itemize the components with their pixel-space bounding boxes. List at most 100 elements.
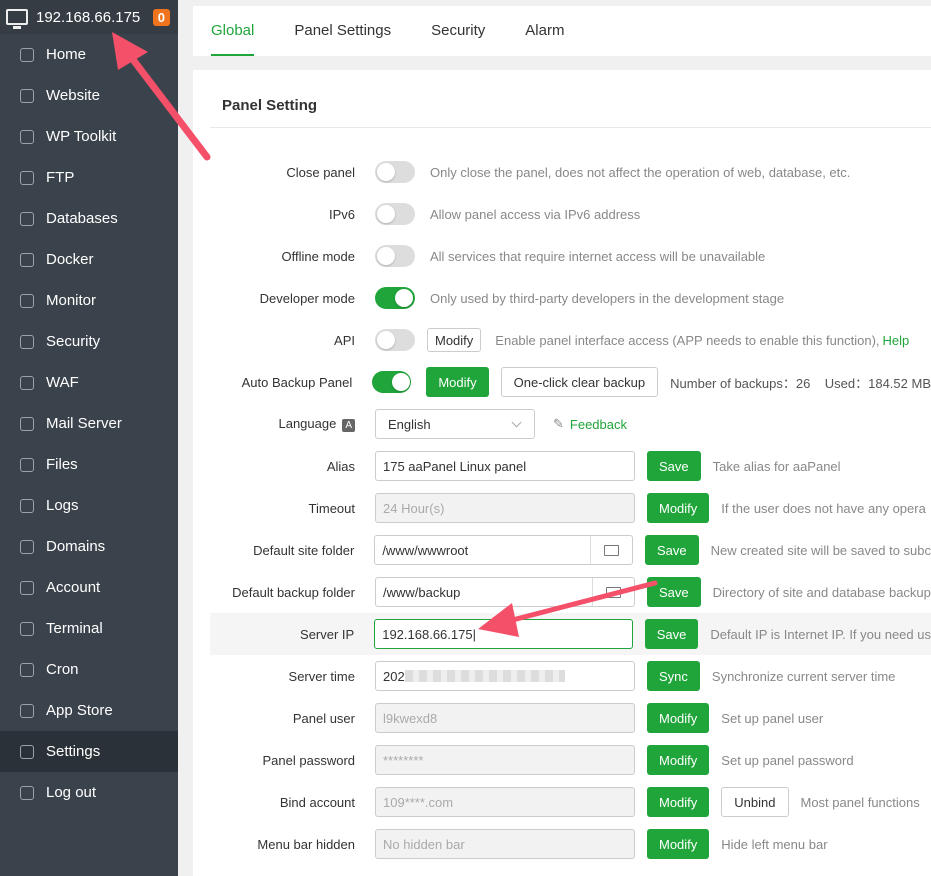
default-site-folder-description: New created site will be saved to subc <box>710 542 931 558</box>
sidebar-item-waf[interactable]: WAF <box>0 362 178 403</box>
api-toggle[interactable] <box>375 329 415 351</box>
sidebar-item-docker[interactable]: Docker <box>0 239 178 280</box>
server-time-input[interactable]: 202 <box>375 661 635 691</box>
tab-security[interactable]: Security <box>431 6 485 56</box>
sidebar-item-security[interactable]: Security <box>0 321 178 362</box>
sidebar-item-terminal[interactable]: Terminal <box>0 608 178 649</box>
panel-user-input: l9kwexd8 <box>375 703 635 733</box>
feedback-link[interactable]: Feedback <box>570 417 627 432</box>
sidebar-item-label: FTP <box>46 169 75 186</box>
server-ip-input[interactable]: 192.168.66.175 | <box>374 619 633 649</box>
auto-backup-panel-toggle[interactable] <box>372 371 412 393</box>
server-time-label: Server time <box>288 668 355 684</box>
default-backup-folder-label: Default backup folder <box>232 584 355 600</box>
bind-account-unbind-button[interactable]: Unbind <box>721 787 789 817</box>
panel-user-label: Panel user <box>292 710 355 726</box>
sidebar-item-logs[interactable]: Logs <box>0 485 178 526</box>
developer-mode-description: Only used by third-party developers in t… <box>430 290 785 306</box>
sidebar-item-app-store[interactable]: App Store <box>0 690 178 731</box>
app-store-icon <box>20 703 34 718</box>
language-select[interactable]: English <box>375 409 535 439</box>
panel-user-modify-button[interactable]: Modify <box>647 703 710 733</box>
alias-value: 175 aaPanel Linux panel <box>383 458 527 474</box>
sidebar-item-label: Monitor <box>46 292 97 309</box>
sidebar-item-mail-server[interactable]: Mail Server <box>0 403 178 444</box>
setting-row-offline-mode: Offline mode All services that require in… <box>210 235 931 277</box>
sidebar-item-wp-toolkit[interactable]: WP Toolkit <box>0 116 178 157</box>
tab-alarm[interactable]: Alarm <box>525 6 564 56</box>
default-backup-folder-input[interactable]: /www/backup <box>375 577 635 607</box>
ftp-icon <box>20 170 34 185</box>
monitor-icon <box>20 293 34 308</box>
default-site-folder-input[interactable]: /www/wwwroot <box>374 535 633 565</box>
bind-account-modify-button[interactable]: Modify <box>647 787 710 817</box>
setting-row-server-ip: Server IP 192.168.66.175 | Save Default IP i… <box>210 613 931 655</box>
cron-icon <box>20 662 34 677</box>
folder-icon[interactable] <box>592 578 634 606</box>
api-modify-button[interactable]: Modify <box>427 328 482 352</box>
sidebar-item-label: Log out <box>46 784 97 801</box>
language-label: Language A <box>227 416 355 432</box>
notification-badge[interactable]: 0 <box>152 8 170 26</box>
home-icon <box>20 47 34 62</box>
sidebar-item-label: Terminal <box>46 620 103 637</box>
tab-global[interactable]: Global <box>211 6 255 56</box>
settings-icon <box>20 744 34 759</box>
timeout-modify-button[interactable]: Modify <box>647 493 710 523</box>
sidebar-item-log-out[interactable]: Log out <box>0 772 178 813</box>
sidebar-item-label: WAF <box>46 374 79 391</box>
domains-icon <box>20 539 34 554</box>
ipv6-label: IPv6 <box>328 206 355 222</box>
sidebar-item-files[interactable]: Files <box>0 444 178 485</box>
sidebar-item-home[interactable]: Home <box>0 34 178 75</box>
setting-row-timeout: Timeout 24 Hour(s) Modify If the user does … <box>210 487 931 529</box>
alias-save-button[interactable]: Save <box>647 451 701 481</box>
monitor-icon <box>6 9 28 29</box>
sidebar-item-monitor[interactable]: Monitor <box>0 280 178 321</box>
main-content: Global Panel Settings Security Alarm Panel … <box>193 6 931 876</box>
offline-mode-toggle[interactable] <box>375 245 415 267</box>
alias-input[interactable]: 175 aaPanel Linux panel <box>375 451 635 481</box>
sidebar-item-website[interactable]: Website <box>0 75 178 116</box>
clear-backup-button[interactable]: One-click clear backup <box>500 367 659 397</box>
sidebar-item-ftp[interactable]: FTP <box>0 157 178 198</box>
sidebar-item-settings[interactable]: Settings <box>0 731 178 772</box>
close-panel-toggle[interactable] <box>375 161 415 183</box>
translate-icon: A <box>342 419 355 432</box>
menu-bar-hidden-input: No hidden bar <box>375 829 635 859</box>
sidebar-item-label: Cron <box>46 661 79 678</box>
databases-icon <box>20 211 34 226</box>
developer-mode-toggle[interactable] <box>375 287 415 309</box>
ipv6-toggle[interactable] <box>375 203 415 225</box>
sidebar-item-account[interactable]: Account <box>0 567 178 608</box>
backup-modify-button[interactable]: Modify <box>426 367 489 397</box>
default-backup-folder-save-button[interactable]: Save <box>647 577 701 607</box>
bind-account-description: Most panel functions <box>800 794 920 810</box>
sidebar-item-cron[interactable]: Cron <box>0 649 178 690</box>
tab-panel-settings[interactable]: Panel Settings <box>294 6 391 56</box>
server-time-sync-button[interactable]: Sync <box>647 661 700 691</box>
default-site-folder-save-button[interactable]: Save <box>644 535 699 565</box>
server-ip-save-button[interactable]: Save <box>644 619 699 649</box>
bind-account-input: 109****.com <box>375 787 635 817</box>
setting-row-ipv6: IPv6 Allow panel access via IPv6 address <box>210 193 931 235</box>
sidebar-item-databases[interactable]: Databases <box>0 198 178 239</box>
sidebar-item-label: Files <box>46 456 78 473</box>
folder-icon[interactable] <box>589 536 632 564</box>
section-title: Panel Setting <box>222 97 318 114</box>
files-icon <box>20 457 34 472</box>
setting-row-developer-mode: Developer mode Only used by third-party d… <box>210 277 931 319</box>
server-ip-value: 192.168.66.175 <box>382 626 473 642</box>
panel-password-modify-button[interactable]: Modify <box>647 745 710 775</box>
sidebar-nav: Home Website WP Toolkit FTP Databases Docker M… <box>0 34 178 813</box>
sidebar-item-domains[interactable]: Domains <box>0 526 178 567</box>
setting-row-bind-account: Bind account 109****.com Modify Unbind Most … <box>210 781 931 823</box>
menu-bar-hidden-modify-button[interactable]: Modify <box>647 829 710 859</box>
help-link[interactable]: Help <box>883 333 910 348</box>
server-header[interactable]: 192.168.66.175 0 <box>0 0 178 34</box>
panel-password-input: ******** <box>375 745 635 775</box>
setting-row-close-panel: Close panel Only close the panel, does no… <box>210 151 931 193</box>
sidebar-item-label: Domains <box>46 538 106 555</box>
panel-setting-section: Panel Setting Close panel Only close the … <box>193 70 931 876</box>
wp-toolkit-icon <box>20 129 34 144</box>
